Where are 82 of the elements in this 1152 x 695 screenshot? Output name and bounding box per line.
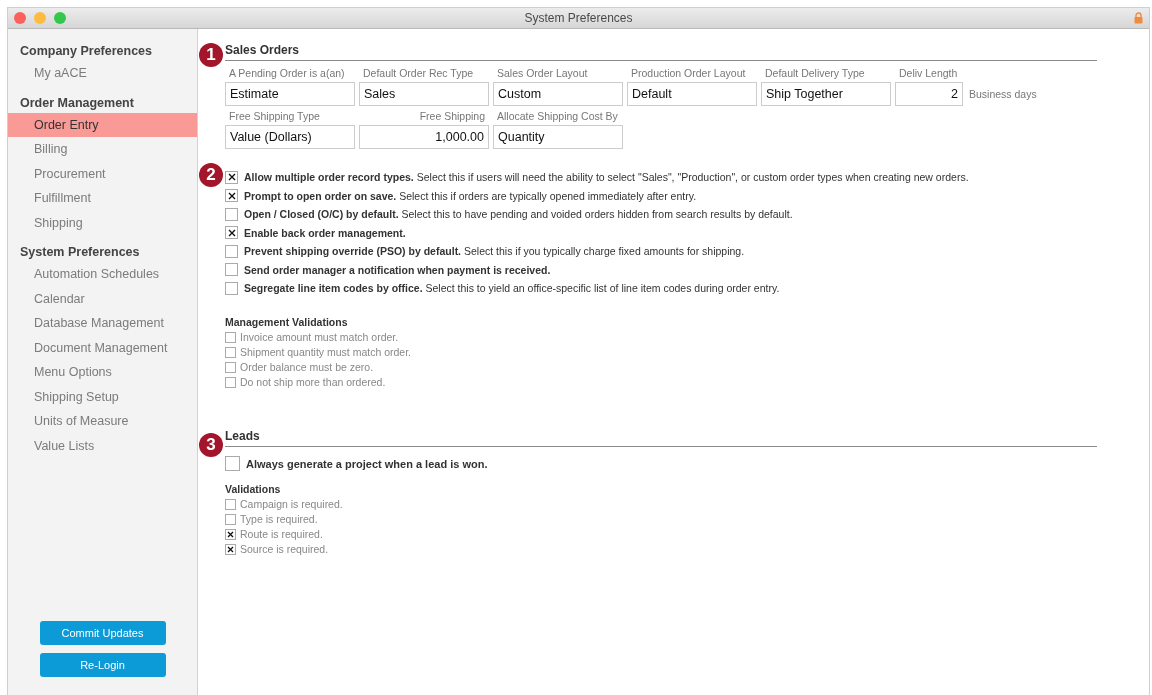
validation-text: Order balance must be zero. — [240, 361, 374, 373]
sidebar-item[interactable]: Automation Schedules — [8, 262, 197, 287]
option-text: Segregate line item codes by office. Select this to yield an office-specific list of line item codes during order entry. — [244, 282, 780, 295]
field-label: Default Order Rec Type — [362, 67, 475, 81]
padlock-icon — [1134, 12, 1143, 24]
field-label: Free Shipping — [418, 110, 486, 124]
section-title: Sales Orders — [225, 43, 1097, 61]
login-button[interactable]: Re-Login — [39, 653, 166, 677]
checkbox[interactable] — [225, 263, 238, 277]
sidebar-item[interactable]: Menu Options — [8, 360, 197, 385]
field-label: Deliv Length — [898, 67, 959, 81]
unit-label: Business days — [969, 88, 1037, 100]
input-field[interactable]: Default — [627, 82, 757, 106]
field-label: Production Order Layout — [630, 67, 747, 81]
checkbox[interactable] — [225, 189, 238, 203]
checkbox[interactable] — [225, 331, 236, 343]
checkbox[interactable] — [225, 281, 238, 295]
input-field[interactable]: 2 — [895, 82, 963, 106]
sidebar-item[interactable]: Shipping Setup — [8, 384, 197, 409]
field-label: A Pending Order is a(an) — [228, 67, 346, 81]
option-text: Always generate a project when a lead is won. — [246, 457, 488, 470]
close-button[interactable] — [14, 12, 26, 24]
step-badge: 2 — [199, 163, 223, 187]
option-text: Enable back order management. — [244, 226, 406, 239]
step-badge: 1 — [199, 43, 223, 67]
field-label: Default Delivery Type — [764, 67, 866, 81]
sidebar-item[interactable]: Units of Measure — [8, 409, 197, 434]
input-field[interactable]: 1,000.00 — [359, 125, 489, 149]
input-field[interactable]: Estimate — [225, 82, 355, 106]
minimize-button[interactable] — [34, 12, 46, 24]
checkbox[interactable] — [225, 543, 236, 555]
checkbox[interactable] — [225, 361, 236, 373]
option-text: Allow multiple order record types. Select this if users will need the ability to select "Sales", "Production", or custom order types when creating new orders. — [244, 171, 969, 184]
validation-text: Invoice amount must match order. — [240, 331, 399, 343]
checkbox[interactable] — [225, 226, 238, 240]
input-field[interactable]: Value (Dollars) — [225, 125, 355, 149]
sidebar-item[interactable]: Calendar — [8, 286, 197, 311]
checkbox[interactable] — [225, 346, 236, 358]
option-text: Prevent shipping override (PSO) by default. Select this if you typically charge fixed amounts for shipping. — [244, 245, 745, 258]
validation-text: Source is required. — [240, 543, 329, 555]
checkbox[interactable] — [225, 498, 236, 510]
section-title: Leads — [225, 428, 1097, 447]
input-field[interactable]: Custom — [493, 82, 623, 106]
sidebar-item[interactable]: Value Lists — [8, 433, 197, 458]
window-title: System Preferences — [524, 11, 633, 25]
checkbox[interactable] — [225, 207, 238, 221]
sidebar-item[interactable]: Document Management — [8, 335, 197, 360]
validation-text: Route is required. — [240, 528, 323, 540]
step-badge: 3 — [199, 432, 223, 457]
validation-text: Type is required. — [240, 513, 318, 525]
commit-button[interactable]: Commit Updates — [39, 621, 166, 645]
validation-text: Do not ship more than ordered. — [240, 376, 386, 388]
option-text: Send order manager a notification when payment is received. — [244, 263, 551, 276]
sidebar-item[interactable]: Shipping — [8, 210, 197, 235]
subsection-title: Validations — [225, 482, 282, 495]
sidebar-heading: System Preferences — [19, 244, 141, 261]
sidebar-heading: Order Management — [19, 94, 135, 112]
checkbox[interactable] — [225, 244, 238, 258]
validation-text: Shipment quantity must match order. — [240, 346, 411, 358]
subsection-title: Management Validations — [225, 315, 349, 328]
checkbox[interactable] — [225, 376, 236, 388]
input-field[interactable]: Quantity — [493, 125, 623, 149]
checkbox[interactable] — [225, 513, 236, 525]
input-field[interactable]: Sales — [359, 82, 489, 106]
sidebar-item[interactable]: Order Entry — [8, 112, 197, 137]
checkbox[interactable] — [225, 528, 236, 540]
sidebar-item[interactable]: Fulfillment — [8, 186, 197, 211]
option-text: Prompt to open order on save. Select this if orders are typically opened immediately after entry. — [244, 189, 697, 202]
zoom-button[interactable] — [54, 12, 66, 24]
field-label: Sales Order Layout — [496, 67, 589, 81]
sidebar-heading: Company Preferences — [19, 43, 153, 60]
sidebar-item[interactable]: Database Management — [8, 311, 197, 336]
checkbox[interactable] — [225, 456, 240, 471]
sidebar-item[interactable]: Procurement — [8, 161, 197, 186]
validation-text: Campaign is required. — [240, 498, 343, 510]
field-label: Allocate Shipping Cost By — [496, 110, 619, 124]
checkbox[interactable] — [225, 170, 238, 184]
field-label: Free Shipping Type — [228, 110, 321, 124]
input-field[interactable]: Ship Together — [761, 82, 891, 106]
option-text: Open / Closed (O/C) by default. Select this to have pending and voided orders hidden from search results by default. — [244, 208, 793, 221]
sidebar-item[interactable]: My aACE — [8, 61, 197, 86]
sidebar-item[interactable]: Billing — [8, 137, 197, 162]
